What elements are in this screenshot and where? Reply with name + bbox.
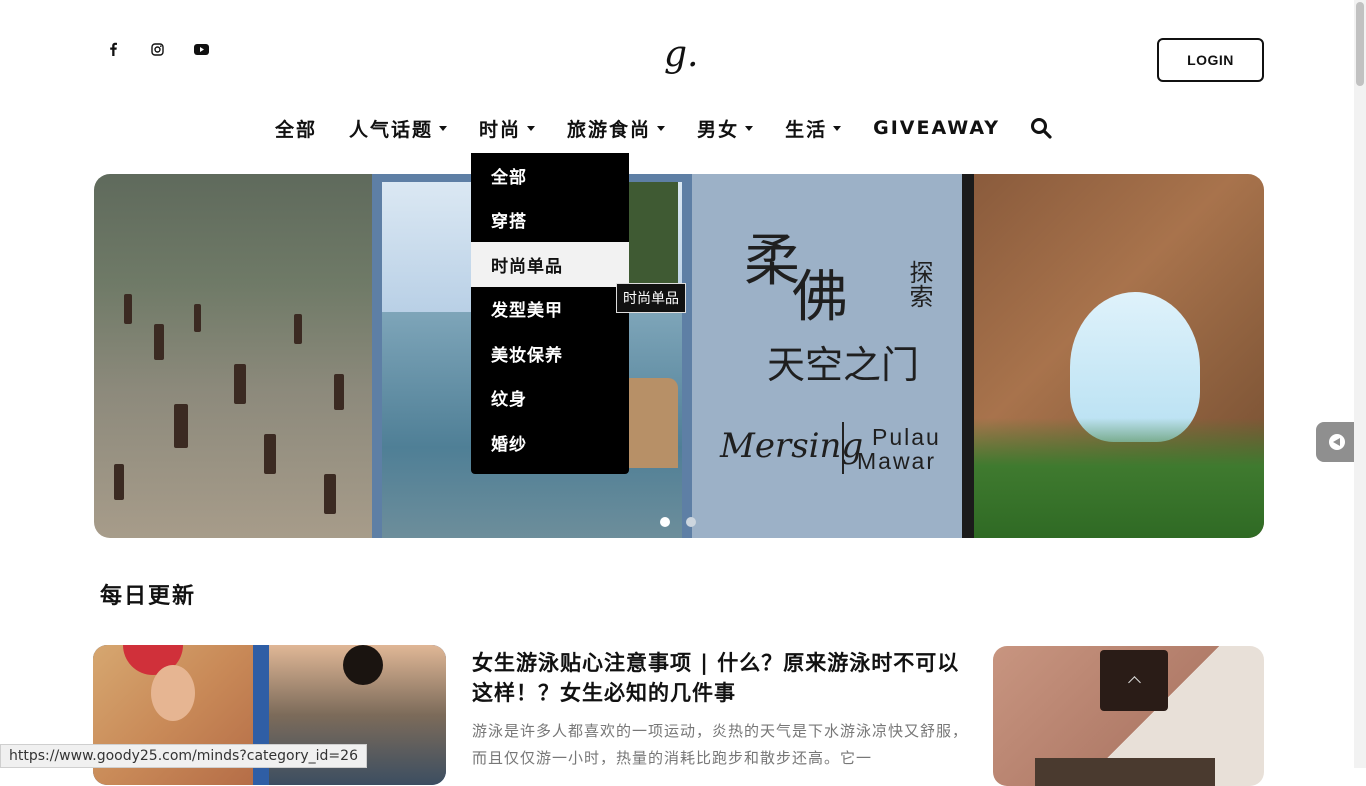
- facebook-icon[interactable]: [104, 40, 122, 58]
- nav-item-all[interactable]: 全部: [275, 115, 317, 142]
- slide-title-side: 探索: [905, 260, 933, 308]
- slide-place-line1: Pulau: [872, 424, 941, 450]
- fashion-dropdown-menu: 全部 穿搭 时尚单品 发型美甲 美妆保养 纹身 婚纱: [471, 153, 629, 474]
- nav-item-popular-topics[interactable]: 人气话题: [349, 115, 448, 142]
- social-links: [104, 40, 210, 58]
- slider-dot[interactable]: [660, 517, 670, 527]
- caret-down-icon: [527, 125, 536, 131]
- nav-item-label: 旅游食尚: [567, 118, 652, 141]
- nav-item-life[interactable]: 生活: [785, 115, 842, 142]
- hover-tooltip: 时尚单品: [616, 283, 686, 313]
- nav-item-men-women[interactable]: 男女: [697, 115, 754, 142]
- nav-item-label: 男女: [697, 118, 740, 141]
- nav-item-travel-food[interactable]: 旅游食尚: [567, 115, 666, 142]
- hero-slider[interactable]: 柔 佛 探索 天空之门 Mersing Pulau Mawar: [94, 174, 1264, 538]
- slide-title-card: 柔 佛 探索 天空之门 Mersing Pulau Mawar: [692, 174, 974, 538]
- nav-item-fashion[interactable]: 时尚: [479, 115, 536, 142]
- slide-image-mangrove-shore: [94, 174, 372, 538]
- slide-image-rock-arch: [974, 174, 1264, 538]
- search-icon[interactable]: [1030, 117, 1052, 139]
- status-bar-url: https://www.goody25.com/minds?category_i…: [0, 744, 367, 768]
- article-excerpt: 游泳是许多人都喜欢的一项运动，炎热的天气是下水游泳凉快又舒服，而且仅仅游一小时，…: [472, 722, 969, 767]
- article-title[interactable]: 女生游泳贴心注意事项 | 什么？原来游泳时不可以这样！？女生必知的几件事: [472, 648, 972, 708]
- dropdown-item-outfits[interactable]: 穿搭: [471, 198, 629, 243]
- dropdown-item-beauty-care[interactable]: 美妆保养: [471, 331, 629, 376]
- slide-divider: [842, 422, 844, 474]
- caret-down-icon: [657, 125, 666, 131]
- arrow-left-icon: [1329, 434, 1345, 450]
- nav-item-label: 全部: [275, 118, 318, 141]
- site-logo[interactable]: g.: [664, 34, 699, 75]
- nav-item-giveaway[interactable]: GIVEAWAY: [873, 117, 1000, 139]
- caret-down-icon: [439, 125, 448, 131]
- caret-down-icon: [833, 125, 842, 131]
- dropdown-item-hair-nails[interactable]: 发型美甲: [471, 287, 629, 332]
- slide-title-char: 佛: [792, 265, 848, 330]
- dropdown-item-tattoo[interactable]: 纹身: [471, 376, 629, 421]
- chevron-up-icon: [1127, 676, 1141, 689]
- instagram-icon[interactable]: [148, 40, 166, 58]
- slide-place-line2: Mawar: [857, 448, 937, 474]
- nav-item-label: 生活: [785, 118, 828, 141]
- dropdown-item-fashion-items[interactable]: 时尚单品: [471, 242, 629, 287]
- caret-down-icon: [745, 125, 754, 131]
- nav-item-label: 人气话题: [349, 118, 434, 141]
- main-nav: 全部 人气话题 时尚 旅游食尚 男女 生活 GIVEAWAY: [275, 112, 1052, 144]
- back-to-top-button[interactable]: [1100, 650, 1168, 711]
- slider-dots: [660, 517, 696, 527]
- youtube-icon[interactable]: [192, 40, 210, 58]
- side-panel-toggle[interactable]: [1316, 422, 1358, 462]
- nav-item-label: 时尚: [479, 118, 522, 141]
- nav-item-label: GIVEAWAY: [873, 117, 1001, 139]
- page-scrollbar[interactable]: [1354, 0, 1366, 768]
- slide-subtitle: 天空之门: [767, 343, 920, 387]
- section-title: 每日更新: [100, 584, 197, 609]
- slider-dot[interactable]: [686, 517, 696, 527]
- dropdown-item-wedding-dress[interactable]: 婚纱: [471, 420, 629, 465]
- login-button[interactable]: LOGIN: [1157, 38, 1264, 82]
- scrollbar-thumb[interactable]: [1356, 2, 1364, 86]
- dropdown-item-all[interactable]: 全部: [471, 153, 629, 198]
